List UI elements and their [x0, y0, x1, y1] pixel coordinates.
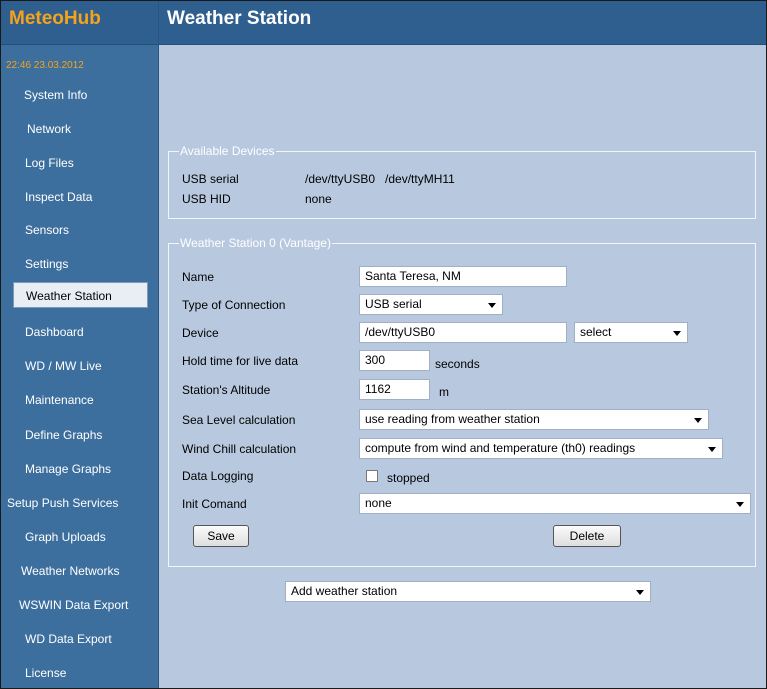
chevron-down-icon	[636, 590, 644, 595]
sidebar-item-sensors[interactable]: Sensors	[1, 217, 158, 243]
sidebar: MeteoHub 22:46 23.03.2012 System Info Ne…	[1, 1, 159, 688]
add-weather-station-select[interactable]: Add weather station	[285, 581, 651, 602]
hold-time-unit: seconds	[435, 357, 480, 371]
sidebar-item-dashboard[interactable]: Dashboard	[1, 319, 158, 345]
sea-level-value: use reading from weather station	[365, 412, 540, 426]
connection-type-value: USB serial	[365, 297, 422, 311]
init-command-value: none	[365, 496, 392, 510]
available-devices-panel: Available Devices	[168, 144, 756, 219]
chevron-down-icon	[694, 418, 702, 423]
chevron-down-icon	[488, 303, 496, 308]
sea-level-label: Sea Level calculation	[182, 413, 296, 427]
data-logging-checkbox[interactable]	[366, 470, 378, 482]
page-title: Weather Station	[159, 1, 766, 45]
sidebar-item-log-files[interactable]: Log Files	[1, 150, 158, 176]
save-button[interactable]: Save	[193, 525, 249, 547]
wind-chill-value: compute from wind and temperature (th0) …	[365, 441, 636, 455]
clock-display: 22:46 23.03.2012	[6, 60, 84, 71]
connection-type-label: Type of Connection	[182, 298, 286, 312]
hold-time-input[interactable]: 300	[359, 350, 430, 371]
brand-logo: MeteoHub	[1, 1, 158, 45]
sidebar-item-wd-mw-live[interactable]: WD / MW Live	[1, 353, 158, 379]
wind-chill-label: Wind Chill calculation	[182, 442, 297, 456]
sidebar-item-license[interactable]: License	[1, 660, 158, 686]
weather-station-legend: Weather Station 0 (Vantage)	[180, 236, 331, 250]
sidebar-item-graph-uploads[interactable]: Graph Uploads	[1, 524, 158, 550]
sidebar-item-settings[interactable]: Settings	[1, 251, 158, 277]
chevron-down-icon	[708, 447, 716, 452]
device-label: Device	[182, 326, 219, 340]
delete-button[interactable]: Delete	[553, 525, 621, 547]
chevron-down-icon	[736, 502, 744, 507]
altitude-label: Station's Altitude	[182, 383, 271, 397]
chevron-down-icon	[673, 331, 681, 336]
data-logging-label: Data Logging	[182, 469, 254, 483]
usb-serial-label: USB serial	[182, 172, 239, 186]
sidebar-item-inspect-data[interactable]: Inspect Data	[1, 184, 158, 210]
sidebar-item-system-info[interactable]: System Info	[1, 82, 158, 108]
device-select-value: select	[580, 325, 612, 339]
usb-hid-label: USB HID	[182, 192, 231, 206]
altitude-input[interactable]: 1162	[359, 379, 430, 400]
usb-hid-value: none	[305, 192, 332, 206]
sidebar-item-weather-networks[interactable]: Weather Networks	[1, 558, 158, 584]
device-select[interactable]: select	[574, 322, 688, 343]
usb-serial-value: /dev/ttyUSB0 /dev/ttyMH11	[305, 172, 455, 186]
sidebar-item-weather-station[interactable]: Weather Station	[13, 282, 148, 308]
sidebar-item-network[interactable]: Network	[1, 116, 158, 142]
sidebar-item-define-graphs[interactable]: Define Graphs	[1, 422, 158, 448]
init-command-select[interactable]: none	[359, 493, 751, 514]
sidebar-item-maintenance[interactable]: Maintenance	[1, 387, 158, 413]
device-input[interactable]: /dev/ttyUSB0	[359, 322, 567, 343]
wind-chill-select[interactable]: compute from wind and temperature (th0) …	[359, 438, 723, 459]
hold-time-label: Hold time for live data	[182, 354, 299, 368]
app-window: MeteoHub 22:46 23.03.2012 System Info Ne…	[0, 0, 767, 689]
sidebar-item-manage-graphs[interactable]: Manage Graphs	[1, 456, 158, 482]
sidebar-item-wd-data-export[interactable]: WD Data Export	[1, 626, 158, 652]
sidebar-item-wswin-data-export[interactable]: WSWIN Data Export	[1, 592, 158, 618]
station-name-input[interactable]: Santa Teresa, NM	[359, 266, 567, 287]
add-weather-station-value: Add weather station	[291, 584, 398, 598]
data-logging-status: stopped	[387, 471, 430, 485]
name-label: Name	[182, 270, 215, 284]
sea-level-select[interactable]: use reading from weather station	[359, 409, 709, 430]
sidebar-item-setup-push-services[interactable]: Setup Push Services	[1, 490, 158, 516]
altitude-unit: m	[439, 385, 449, 399]
init-command-label: Init Comand	[182, 497, 247, 511]
available-devices-legend: Available Devices	[180, 144, 275, 158]
connection-type-select[interactable]: USB serial	[359, 294, 503, 315]
